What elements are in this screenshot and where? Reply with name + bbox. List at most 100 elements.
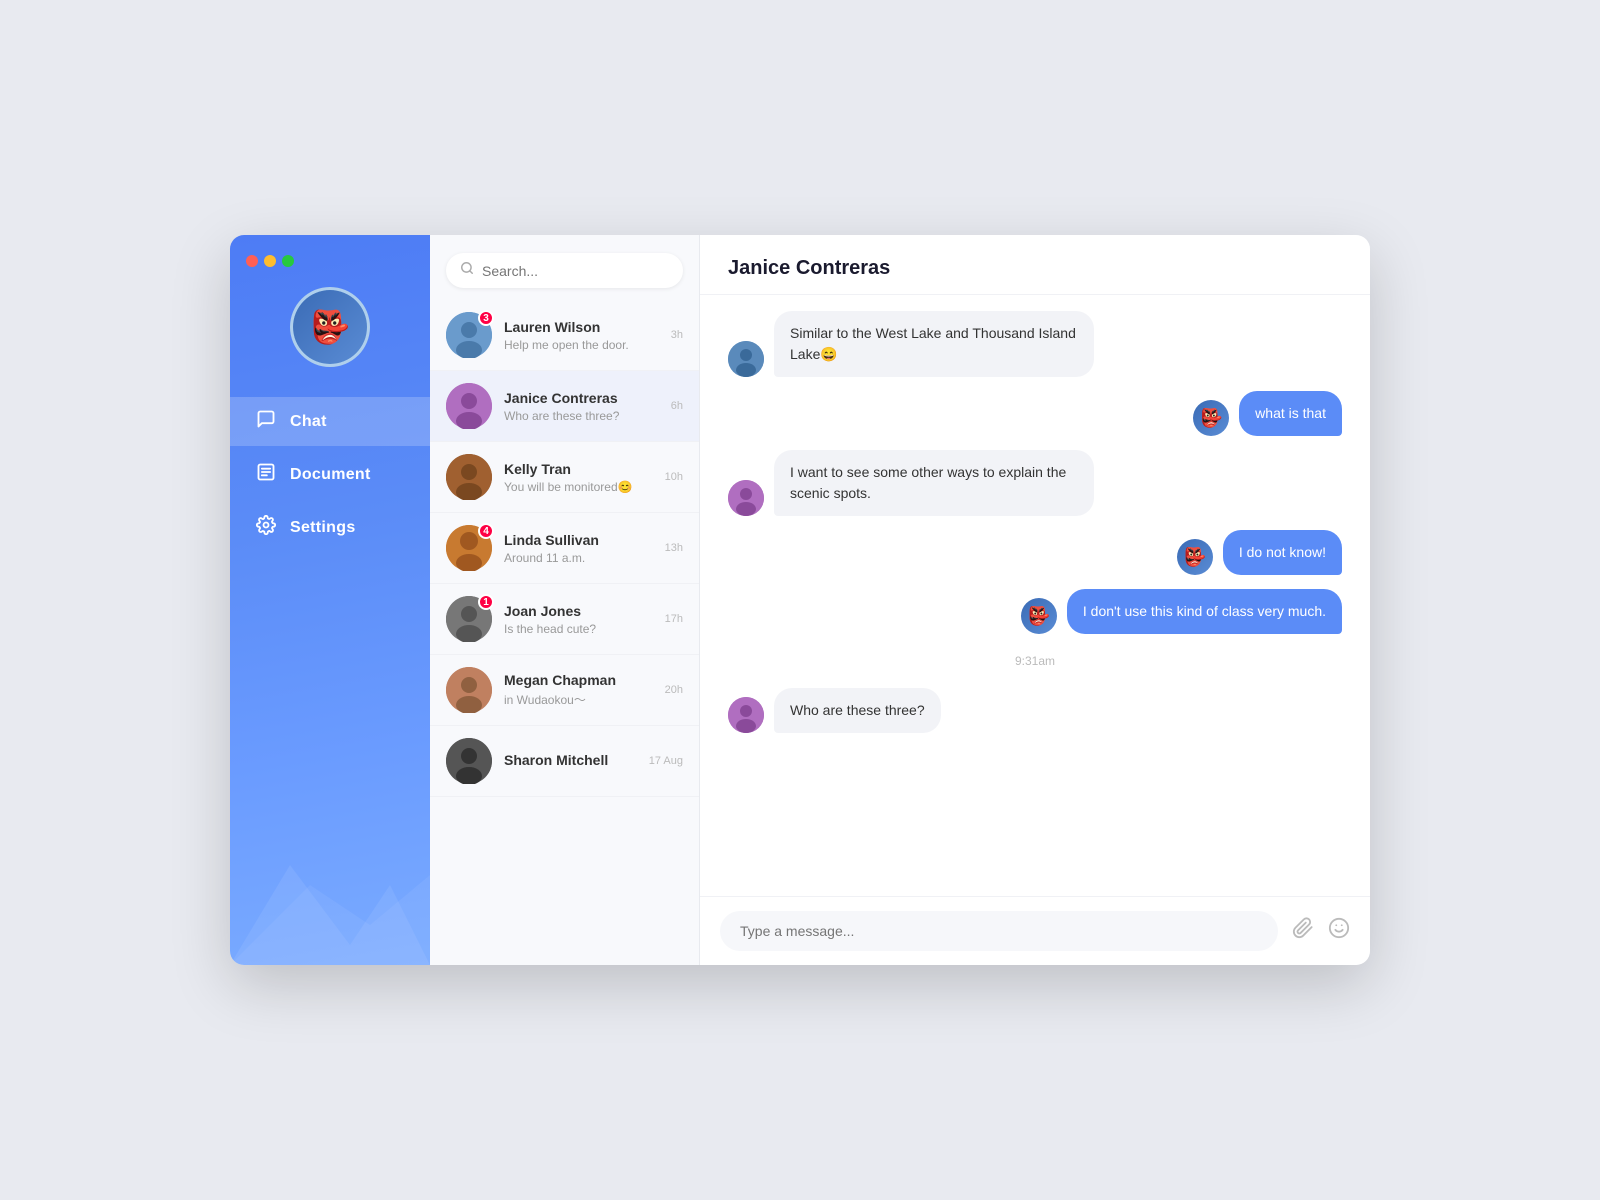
contact-avatar-wrap: 1 bbox=[446, 596, 492, 642]
contact-avatar bbox=[446, 738, 492, 784]
search-bar bbox=[430, 235, 699, 300]
message-avatar bbox=[728, 697, 764, 733]
contact-name: Megan Chapman bbox=[504, 672, 653, 688]
message-bubble: I don't use this kind of class very much… bbox=[1067, 589, 1342, 634]
contact-avatar bbox=[446, 383, 492, 429]
contact-item[interactable]: 1 Joan Jones Is the head cute? 17h bbox=[430, 584, 699, 655]
time-divider: 9:31am bbox=[728, 654, 1342, 668]
user-avatar[interactable]: 👺 bbox=[290, 287, 370, 367]
message-bubble: what is that bbox=[1239, 391, 1342, 436]
contact-item[interactable]: 4 Linda Sullivan Around 11 a.m. 13h bbox=[430, 513, 699, 584]
message-bubble: Who are these three? bbox=[774, 688, 941, 733]
contacts-list: 3 Lauren Wilson Help me open the door. 3… bbox=[430, 300, 699, 965]
chat-contact-name: Janice Contreras bbox=[728, 257, 1342, 280]
contact-info: Kelly Tran You will be monitored😊 bbox=[504, 461, 653, 494]
emoji-icon[interactable] bbox=[1328, 917, 1350, 945]
contact-name: Janice Contreras bbox=[504, 390, 659, 406]
contact-name: Joan Jones bbox=[504, 603, 653, 619]
contact-avatar-wrap bbox=[446, 738, 492, 784]
message-row: Similar to the West Lake and Thousand Is… bbox=[728, 311, 1342, 377]
contact-time: 17h bbox=[665, 613, 683, 625]
message-bubble: I want to see some other ways to explain… bbox=[774, 450, 1094, 516]
sidebar-item-settings[interactable]: Settings bbox=[230, 503, 430, 552]
contact-avatar-wrap bbox=[446, 667, 492, 713]
contact-time: 10h bbox=[665, 471, 683, 483]
message-row: I don't use this kind of class very much… bbox=[728, 589, 1342, 634]
unread-badge: 3 bbox=[478, 310, 494, 326]
contact-time: 20h bbox=[665, 684, 683, 696]
message-row: I want to see some other ways to explain… bbox=[728, 450, 1342, 516]
contact-name: Kelly Tran bbox=[504, 461, 653, 477]
contact-name: Linda Sullivan bbox=[504, 532, 653, 548]
contact-time: 3h bbox=[671, 329, 683, 341]
contact-time: 13h bbox=[665, 542, 683, 554]
unread-badge: 1 bbox=[478, 594, 494, 610]
message-row: I do not know! 👺 bbox=[728, 530, 1342, 575]
attachment-icon[interactable] bbox=[1292, 917, 1314, 945]
search-icon bbox=[460, 261, 474, 280]
message-bubble: Similar to the West Lake and Thousand Is… bbox=[774, 311, 1094, 377]
contact-info: Lauren Wilson Help me open the door. bbox=[504, 319, 659, 352]
contact-avatar bbox=[446, 667, 492, 713]
contact-name: Lauren Wilson bbox=[504, 319, 659, 335]
contact-time: 6h bbox=[671, 400, 683, 412]
contact-list: 3 Lauren Wilson Help me open the door. 3… bbox=[430, 235, 700, 965]
contact-preview: Who are these three? bbox=[504, 409, 659, 423]
search-wrap[interactable] bbox=[446, 253, 683, 288]
avatar-image: 👺 bbox=[293, 290, 367, 364]
contact-info: Sharon Mitchell bbox=[504, 752, 637, 771]
nav-items: Chat Document Settings bbox=[230, 397, 430, 552]
settings-label: Settings bbox=[290, 519, 356, 537]
sidebar-item-chat[interactable]: Chat bbox=[230, 397, 430, 446]
minimize-button[interactable] bbox=[264, 255, 276, 267]
contact-info: Janice Contreras Who are these three? bbox=[504, 390, 659, 423]
sidebar: 👺 Chat Document bbox=[230, 235, 430, 965]
message-avatar: 👺 bbox=[1193, 400, 1229, 436]
close-button[interactable] bbox=[246, 255, 258, 267]
message-input[interactable] bbox=[720, 911, 1278, 951]
contact-avatar-wrap bbox=[446, 454, 492, 500]
contact-info: Megan Chapman in Wudaokou～ bbox=[504, 672, 653, 708]
message-avatar: 👺 bbox=[1021, 598, 1057, 634]
mountain-decoration bbox=[230, 805, 430, 965]
contact-item[interactable]: Megan Chapman in Wudaokou～ 20h bbox=[430, 655, 699, 726]
chat-label: Chat bbox=[290, 413, 327, 431]
contact-avatar-wrap: 3 bbox=[446, 312, 492, 358]
search-input[interactable] bbox=[482, 263, 669, 279]
document-icon bbox=[254, 462, 278, 487]
message-avatar: 👺 bbox=[1177, 539, 1213, 575]
app-window: 👺 Chat Document bbox=[230, 235, 1370, 965]
chat-header: Janice Contreras bbox=[700, 235, 1370, 295]
message-row: Who are these three? bbox=[728, 688, 1342, 733]
unread-badge: 4 bbox=[478, 523, 494, 539]
contact-item[interactable]: Kelly Tran You will be monitored😊 10h bbox=[430, 442, 699, 513]
contact-item[interactable]: Janice Contreras Who are these three? 6h bbox=[430, 371, 699, 442]
message-row: what is that 👺 bbox=[728, 391, 1342, 436]
message-avatar bbox=[728, 480, 764, 516]
sidebar-item-document[interactable]: Document bbox=[230, 450, 430, 499]
contact-name: Sharon Mitchell bbox=[504, 752, 637, 768]
document-label: Document bbox=[290, 466, 371, 484]
contact-preview: Around 11 a.m. bbox=[504, 551, 653, 565]
contact-avatar-wrap bbox=[446, 383, 492, 429]
contact-item[interactable]: Sharon Mitchell 17 Aug bbox=[430, 726, 699, 797]
settings-icon bbox=[254, 515, 278, 540]
chat-area: Janice Contreras Similar to the West Lak… bbox=[700, 235, 1370, 965]
contact-preview: Is the head cute? bbox=[504, 622, 653, 636]
maximize-button[interactable] bbox=[282, 255, 294, 267]
contact-item[interactable]: 3 Lauren Wilson Help me open the door. 3… bbox=[430, 300, 699, 371]
contact-avatar bbox=[446, 454, 492, 500]
contact-preview: Help me open the door. bbox=[504, 338, 659, 352]
chat-input-area bbox=[700, 896, 1370, 965]
contact-info: Joan Jones Is the head cute? bbox=[504, 603, 653, 636]
message-bubble: I do not know! bbox=[1223, 530, 1342, 575]
chat-icon bbox=[254, 409, 278, 434]
contact-avatar-wrap: 4 bbox=[446, 525, 492, 571]
contact-time: 17 Aug bbox=[649, 755, 683, 767]
message-avatar bbox=[728, 341, 764, 377]
contact-preview: You will be monitored😊 bbox=[504, 480, 653, 494]
contact-info: Linda Sullivan Around 11 a.m. bbox=[504, 532, 653, 565]
messages: Similar to the West Lake and Thousand Is… bbox=[700, 295, 1370, 896]
contact-preview: in Wudaokou～ bbox=[504, 691, 653, 708]
traffic-lights bbox=[230, 255, 294, 267]
